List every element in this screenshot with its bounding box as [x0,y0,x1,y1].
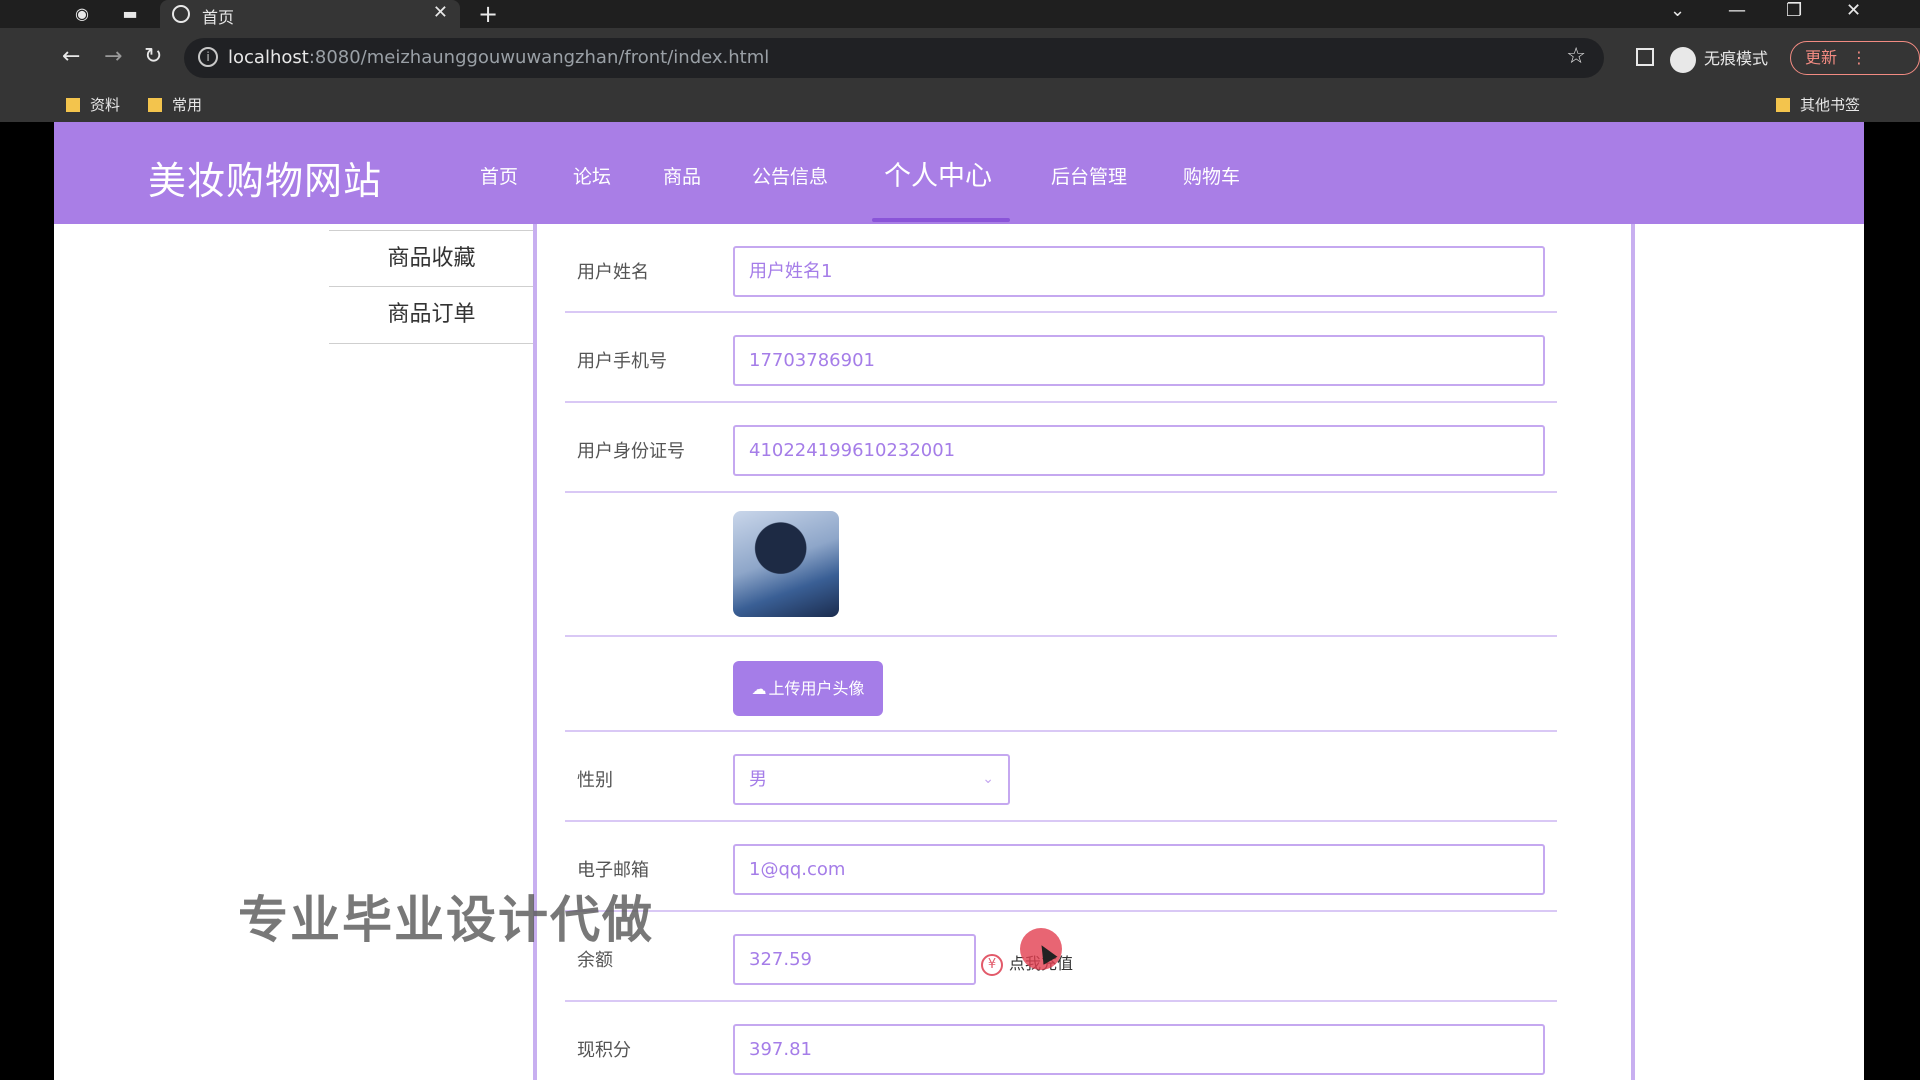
balance-input[interactable]: 327.59 [733,934,976,985]
site-title: 美妆购物网站 [148,159,383,203]
phone-input[interactable]: 17703786901 [733,335,1545,386]
close-tab-icon[interactable]: ✕ [433,2,448,23]
browser-tab[interactable]: 首页 ✕ [160,0,460,28]
tab-overview-icon[interactable]: ▬ [120,4,140,24]
tab-title: 首页 [202,8,235,27]
nav-personal-center[interactable]: 个人中心 [884,154,992,193]
bookmark-star-icon[interactable]: ☆ [1566,44,1586,69]
nav-forum[interactable]: 论坛 [573,162,611,189]
side-panel-icon[interactable] [1636,48,1654,66]
close-window-icon[interactable]: ✕ [1846,0,1861,22]
bookmarks-bar: 资料 常用 其他书签 [0,88,1920,122]
points-input[interactable]: 397.81 [733,1024,1545,1075]
sidebar-item-favorites[interactable]: 商品收藏 [329,230,534,287]
gender-label: 性别 [577,770,613,791]
sidebar-item-orders[interactable]: 商品订单 [329,287,534,344]
more-menu-icon[interactable]: ⋮ [1851,48,1867,67]
username-label: 用户姓名 [577,262,649,283]
personal-sidebar: 商品收藏 商品订单 [329,230,534,344]
tab-search-icon[interactable]: ⌄ [1670,0,1685,22]
points-label: 现积分 [577,1040,631,1061]
avatar [733,511,839,617]
username-input[interactable]: 用户姓名1 [733,246,1545,297]
folder-icon [148,98,162,112]
idcard-input[interactable]: 410224199610232001 [733,425,1545,476]
address-bar[interactable]: i localhost:8080/meizhaunggouwuwangzhan/… [184,38,1604,78]
bookmark-folder-2[interactable]: 常用 [148,94,202,115]
globe-icon [172,5,190,23]
row-phone: 用户手机号 17703786901 [565,313,1557,403]
profile-form: 用户姓名 用户姓名1 用户手机号 17703786901 用户身份证号 4102… [533,224,1635,1080]
bookmark-folder-1[interactable]: 资料 [66,94,120,115]
url-text[interactable]: localhost:8080/meizhaunggouwuwangzhan/fr… [228,47,769,68]
folder-icon [66,98,80,112]
row-idcard: 用户身份证号 410224199610232001 [565,403,1557,493]
yen-icon: ¥ [981,954,1003,976]
row-username: 用户姓名 用户姓名1 [565,224,1557,313]
forward-icon[interactable]: → [104,44,122,70]
reload-icon[interactable]: ↻ [144,44,162,70]
email-label: 电子邮箱 [577,860,649,881]
gender-select[interactable]: 男 ⌄ [733,754,1010,805]
chevron-down-icon: ⌄ [982,771,994,787]
upload-avatar-button[interactable]: ☁ 上传用户头像 [733,661,883,716]
minimize-icon[interactable]: — [1728,0,1746,22]
row-avatar [565,493,1557,637]
site-header: 美妆购物网站 首页 论坛 商品 公告信息 个人中心 后台管理 购物车 [54,122,1864,224]
browser-tab-bar: ◉ ▬ 首页 ✕ + ⌄ — ❐ ✕ [0,0,1920,28]
folder-icon [1776,98,1790,112]
nav-announcements[interactable]: 公告信息 [752,162,828,189]
incognito-indicator[interactable]: 无痕模式 [1670,45,1768,73]
row-balance: 余额 327.59 ¥点我充值 [565,912,1557,1002]
cloud-upload-icon: ☁ [751,680,767,698]
row-points: 现积分 397.81 [565,1002,1557,1080]
new-tab-button[interactable]: + [478,0,498,28]
phone-label: 用户手机号 [577,351,667,372]
nav-home[interactable]: 首页 [480,162,518,189]
other-bookmarks[interactable]: 其他书签 [1776,94,1860,115]
browser-toolbar: ← → ↻ i localhost:8080/meizhaunggouwuwan… [0,28,1920,88]
nav-cart[interactable]: 购物车 [1183,162,1240,189]
nav-admin[interactable]: 后台管理 [1051,162,1127,189]
email-input[interactable]: 1@qq.com [733,844,1545,895]
update-button[interactable]: 更新 ⋮ [1790,41,1920,75]
back-icon[interactable]: ← [62,44,80,70]
browser-menu-icon[interactable]: ◉ [72,4,92,24]
row-gender: 性别 男 ⌄ [565,732,1557,822]
row-email: 电子邮箱 1@qq.com [565,822,1557,912]
nav-products[interactable]: 商品 [663,162,701,189]
screen: ◉ ▬ 首页 ✕ + ⌄ — ❐ ✕ ← → ↻ i localhost:808… [0,0,1920,1080]
incognito-icon [1670,46,1696,73]
watermark-text: 专业毕业设计代做 [238,891,654,949]
site-info-icon[interactable]: i [198,47,218,67]
row-upload: ☁ 上传用户头像 [565,637,1557,732]
idcard-label: 用户身份证号 [577,441,685,462]
active-nav-indicator [872,218,1010,222]
restore-icon[interactable]: ❐ [1786,0,1802,22]
